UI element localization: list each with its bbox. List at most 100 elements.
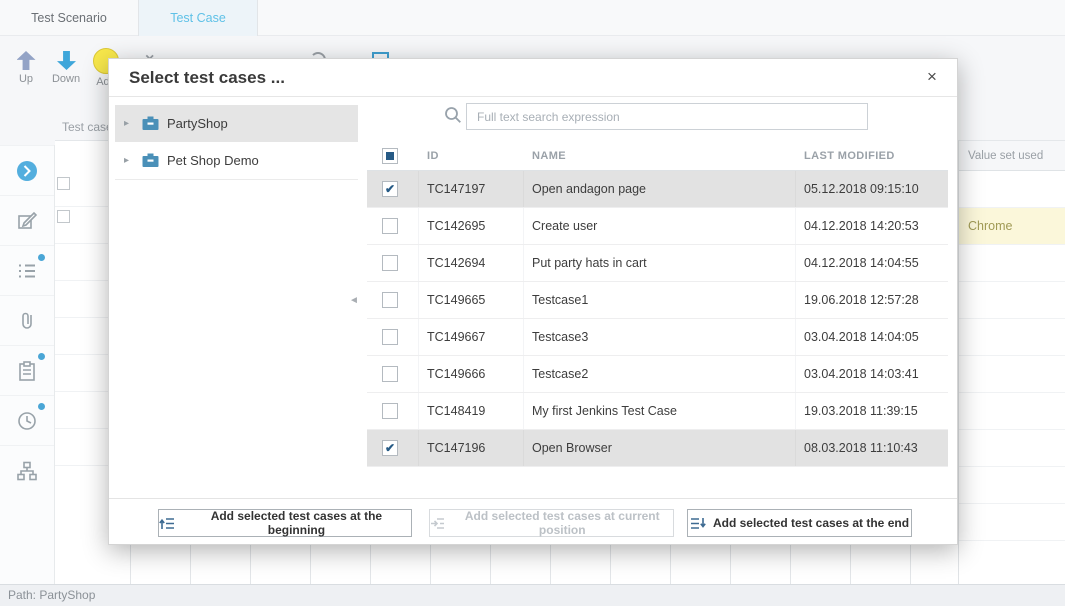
insert-beginning-icon	[159, 517, 175, 530]
value-set-column: Value set used Chrome	[958, 140, 1065, 584]
row-checkbox[interactable]	[382, 218, 398, 234]
edit-button[interactable]	[0, 195, 54, 245]
folder-icon	[142, 116, 159, 131]
row-checkbox[interactable]	[382, 403, 398, 419]
attachments-button[interactable]	[0, 295, 54, 345]
panel-collapse-handle[interactable]: ◄	[349, 295, 359, 306]
tab-test-case[interactable]: Test Case	[139, 0, 258, 36]
cell-name: Put party hats in cart	[524, 245, 796, 281]
move-down-button[interactable]: Down	[48, 51, 84, 85]
cell-modified: 19.03.2018 11:39:15	[796, 404, 948, 418]
cell-id: TC147196	[419, 430, 524, 466]
background-row-checkbox[interactable]	[57, 177, 70, 190]
notification-dot	[38, 353, 45, 360]
insert-current-icon	[430, 517, 444, 530]
tree-item-label: Pet Shop Demo	[167, 153, 259, 168]
cell-modified: 03.04.2018 14:04:05	[796, 330, 948, 344]
select-all-checkbox[interactable]	[382, 148, 398, 164]
button-label: Add selected test cases at the end	[713, 516, 909, 530]
button-label: Add selected test cases at current posit…	[451, 509, 673, 537]
history-clock-icon	[16, 410, 38, 432]
status-bar: Path: PartyShop	[0, 584, 1065, 606]
cell-name: Open Browser	[524, 430, 796, 466]
notification-dot	[38, 403, 45, 410]
header-name[interactable]: NAME	[524, 150, 796, 162]
cell-id: TC149666	[419, 356, 524, 392]
tree-item-pet-shop-demo[interactable]: ▸ Pet Shop Demo	[115, 142, 358, 179]
search-input[interactable]	[466, 103, 868, 130]
row-checkbox[interactable]	[382, 440, 398, 456]
navigate-button[interactable]	[0, 145, 54, 195]
cell-id: TC147197	[419, 171, 524, 207]
background-grid-lines	[130, 545, 960, 584]
row-checkbox[interactable]	[382, 292, 398, 308]
cell-name: My first Jenkins Test Case	[524, 393, 796, 429]
table-row[interactable]: TC149666 Testcase2 03.04.2018 14:03:41	[367, 356, 948, 393]
table-row[interactable]: TC142694 Put party hats in cart 04.12.20…	[367, 245, 948, 282]
row-checkbox[interactable]	[382, 255, 398, 271]
tree-item-label: PartyShop	[167, 116, 228, 131]
row-checkbox[interactable]	[382, 181, 398, 197]
close-icon[interactable]: ×	[917, 59, 947, 97]
testcase-table-body: TC147197 Open andagon page 05.12.2018 09…	[367, 171, 948, 467]
table-row[interactable]: TC149665 Testcase1 19.06.2018 12:57:28	[367, 282, 948, 319]
history-button[interactable]	[0, 395, 54, 445]
cell-modified: 19.06.2018 12:57:28	[796, 293, 948, 307]
header-last-modified[interactable]: LAST MODIFIED	[796, 150, 948, 162]
down-arrow-icon	[57, 51, 76, 70]
dialog-title: Select test cases ...	[109, 59, 957, 96]
checklist-button[interactable]	[0, 345, 54, 395]
folder-icon	[142, 153, 159, 168]
table-row[interactable]: TC142695 Create user 04.12.2018 14:20:53	[367, 208, 948, 245]
table-row[interactable]: TC147196 Open Browser 08.03.2018 11:10:4…	[367, 430, 948, 467]
select-test-cases-dialog: Select test cases ... × ▸ PartyShop ▸ Pe…	[108, 58, 958, 545]
table-row[interactable]: TC147197 Open andagon page 05.12.2018 09…	[367, 171, 948, 208]
cell-id: TC142694	[419, 245, 524, 281]
insert-end-icon	[690, 517, 706, 530]
table-row[interactable]: TC149667 Testcase3 03.04.2018 14:04:05	[367, 319, 948, 356]
cell-modified: 04.12.2018 14:04:55	[796, 256, 948, 270]
tree-divider	[115, 179, 358, 180]
cell-name: Testcase1	[524, 282, 796, 318]
add-at-current-position-button[interactable]: Add selected test cases at current posit…	[429, 509, 674, 537]
row-checkbox[interactable]	[382, 329, 398, 345]
project-tree: ▸ PartyShop ▸ Pet Shop Demo	[115, 105, 358, 180]
add-at-end-button[interactable]: Add selected test cases at the end	[687, 509, 912, 537]
expander-icon[interactable]: ▸	[124, 155, 138, 166]
expander-icon[interactable]: ▸	[124, 118, 138, 129]
value-set-column-header: Value set used	[959, 141, 1065, 171]
add-at-beginning-button[interactable]: Add selected test cases at the beginning	[158, 509, 412, 537]
cell-name: Testcase2	[524, 356, 796, 392]
cell-modified: 03.04.2018 14:03:41	[796, 367, 948, 381]
table-header-row: ID NAME LAST MODIFIED	[367, 141, 948, 171]
sitemap-icon	[16, 460, 38, 482]
table-row[interactable]: TC148419 My first Jenkins Test Case 19.0…	[367, 393, 948, 430]
empty-cell	[959, 171, 1065, 208]
cell-name: Open andagon page	[524, 171, 796, 207]
cell-id: TC149667	[419, 319, 524, 355]
hierarchy-button[interactable]	[0, 445, 54, 495]
list-icon	[16, 260, 38, 282]
move-up-button[interactable]: Up	[8, 51, 44, 85]
cell-modified: 04.12.2018 14:20:53	[796, 219, 948, 233]
search-icon	[443, 105, 463, 130]
value-set-cell-chrome[interactable]: Chrome	[959, 208, 1065, 245]
button-label: Add selected test cases at the beginning	[182, 509, 411, 537]
tab-test-scenario[interactable]: Test Scenario	[0, 0, 139, 36]
header-id[interactable]: ID	[419, 150, 524, 162]
cell-modified: 08.03.2018 11:10:43	[796, 441, 948, 455]
empty-cells	[959, 245, 1065, 541]
paperclip-icon	[16, 310, 38, 332]
row-checkbox[interactable]	[382, 366, 398, 382]
background-row-checkbox[interactable]	[57, 210, 70, 223]
application-window: Test Scenario Test Case Up Down Add × Te…	[0, 0, 1065, 606]
up-arrow-icon	[17, 51, 36, 70]
tree-item-partyshop[interactable]: ▸ PartyShop	[115, 105, 358, 142]
status-path: Path: PartyShop	[8, 588, 95, 602]
test-steps-button[interactable]	[0, 245, 54, 295]
test-case-table: ID NAME LAST MODIFIED TC147197 Open anda…	[367, 141, 948, 467]
tab-bar: Test Scenario Test Case	[0, 0, 1065, 36]
down-button-label: Down	[48, 73, 84, 85]
dialog-title-bar: Select test cases ... ×	[109, 59, 957, 97]
cell-id: TC149665	[419, 282, 524, 318]
